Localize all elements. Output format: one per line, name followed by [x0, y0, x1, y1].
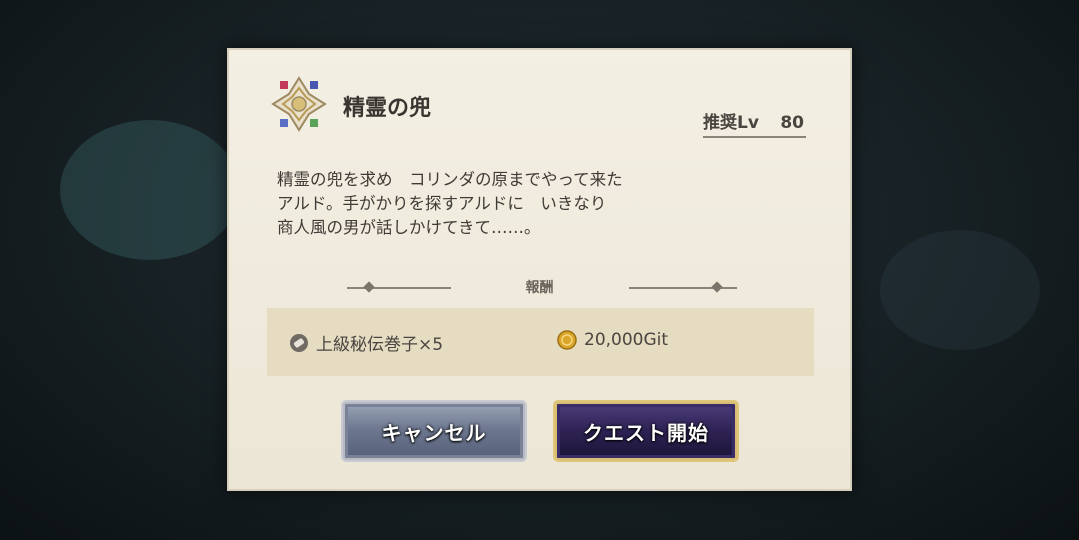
description-line: 商人風の男が話しかけてきて……。: [277, 218, 541, 237]
start-quest-button[interactable]: クエスト開始: [555, 402, 737, 460]
divider-left: [347, 287, 451, 289]
recommended-level-label: 推奨Lv: [703, 113, 759, 133]
reward-item-scroll: 上級秘伝巻子×5: [289, 330, 443, 355]
quest-dialog: 精霊の兜 推奨Lv 80 精霊の兜を求め コリンダの原までやって来た アルド。手…: [227, 48, 852, 491]
background-glow-right: [880, 230, 1040, 350]
background-glow-left: [60, 120, 240, 260]
divider-ornament-left: [363, 281, 375, 293]
reward-title: 報酬: [525, 280, 554, 296]
description-line: 精霊の兜を求め コリンダの原までやって来た: [277, 170, 623, 189]
recommended-level: 推奨Lv 80: [703, 108, 806, 138]
cancel-button[interactable]: キャンセル: [343, 402, 525, 460]
reward-list: 上級秘伝巻子×5 20,000Git: [267, 308, 814, 376]
quest-description: 精霊の兜を求め コリンダの原までやって来た アルド。手がかりを探すアルドに いき…: [277, 168, 777, 240]
recommended-level-value: 80: [780, 113, 804, 133]
quest-title: 精霊の兜: [343, 95, 432, 121]
reward-item-label: 20,000Git: [584, 330, 669, 350]
divider-ornament-right: [711, 281, 723, 293]
reward-header: 報酬: [229, 276, 850, 300]
reward-item-label: 上級秘伝巻子×5: [316, 335, 444, 355]
scroll-icon: [290, 333, 308, 352]
coin-icon: [557, 330, 577, 350]
description-line: アルド。手がかりを探すアルドに いきなり: [277, 194, 607, 213]
reward-item-git: 20,000Git: [557, 330, 668, 350]
spirit-emblem-icon: [271, 76, 327, 132]
